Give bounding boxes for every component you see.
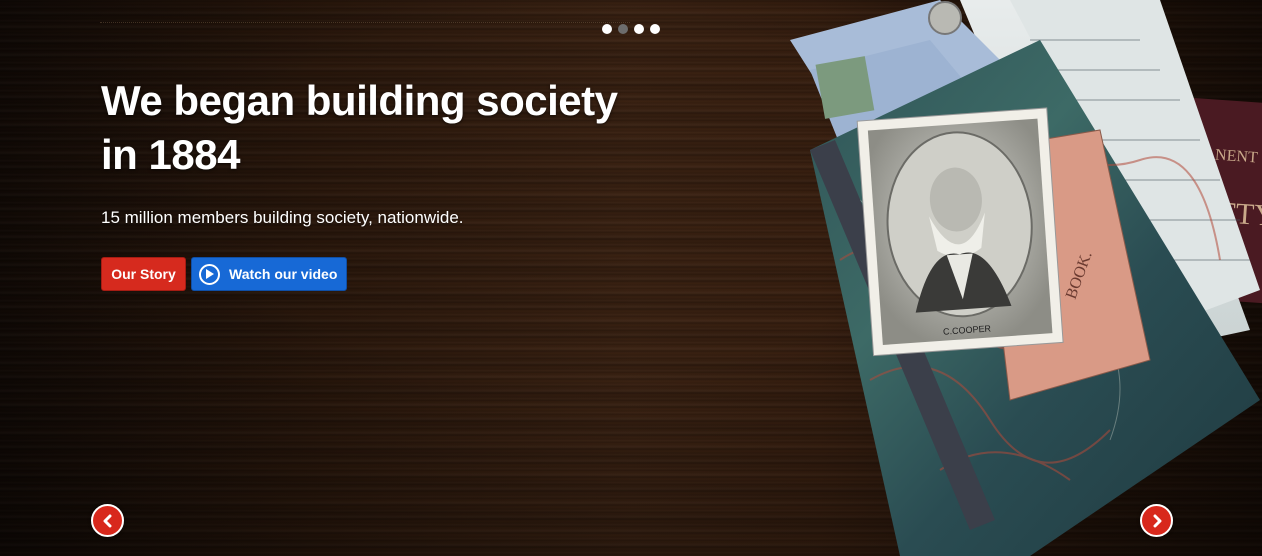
- hero-banner: NENT FTY BOOK. C.COOPER We began buildin…: [0, 0, 1262, 556]
- carousel-dot-2[interactable]: [618, 24, 628, 34]
- carousel-pagination: [602, 24, 660, 34]
- carousel-dot-3[interactable]: [634, 24, 644, 34]
- carousel-prev-button[interactable]: [91, 504, 124, 537]
- play-circle-icon: [199, 263, 220, 285]
- carousel-dot-4[interactable]: [650, 24, 660, 34]
- watch-video-label: Watch our video: [229, 266, 338, 282]
- chevron-right-icon: [1153, 514, 1161, 527]
- book-spine-text: NENT: [1215, 147, 1259, 167]
- watch-video-button[interactable]: Watch our video: [191, 257, 347, 291]
- hero-subheadline: 15 million members building society, nat…: [101, 208, 464, 227]
- top-divider: [100, 22, 630, 23]
- hero-headline: We began building society in 1884: [101, 77, 618, 178]
- our-story-button[interactable]: Our Story: [101, 257, 186, 291]
- chevron-left-icon: [103, 514, 111, 527]
- historic-documents-image: NENT FTY BOOK. C.COOPER: [790, 0, 1262, 556]
- carousel-next-button[interactable]: [1140, 504, 1173, 537]
- our-story-label: Our Story: [111, 266, 176, 282]
- carousel-dot-1[interactable]: [602, 24, 612, 34]
